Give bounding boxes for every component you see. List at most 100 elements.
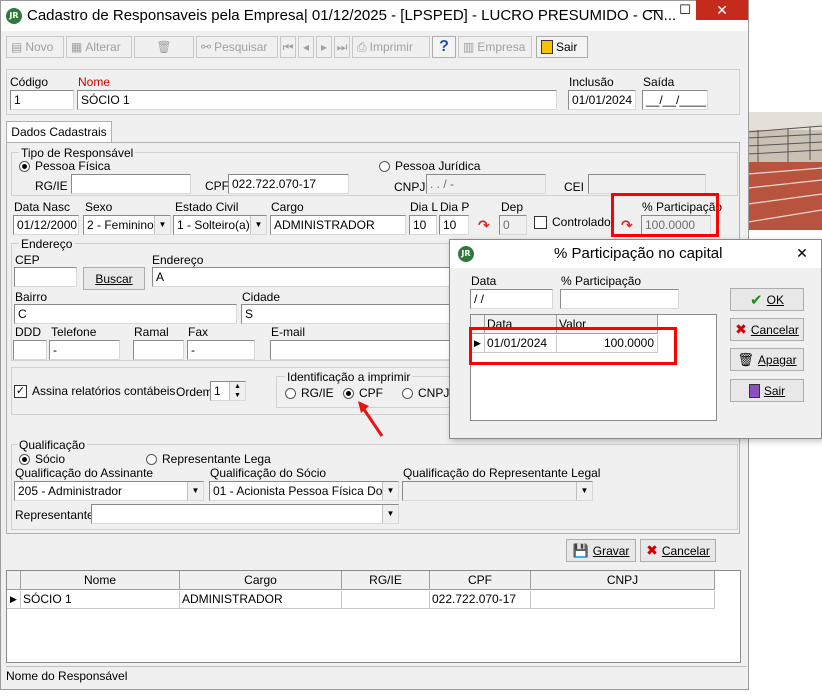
table-row-nome[interactable]: SÓCIO 1: [21, 591, 180, 609]
dia-l-input[interactable]: 10: [409, 215, 437, 235]
endereco-input[interactable]: A: [152, 267, 452, 287]
ddd-label: DDD: [15, 325, 41, 339]
table-row-cpf[interactable]: 022.722.070-17: [430, 591, 531, 609]
chevron-down-icon: ▼: [250, 216, 266, 234]
help-icon: ?: [439, 38, 449, 55]
saida-input[interactable]: __/__/____: [642, 90, 708, 110]
dialog-apagar-label: Apagar: [757, 352, 797, 367]
radio-unchecked: [402, 387, 413, 399]
buscar-button[interactable]: Buscar: [83, 267, 145, 290]
next-icon: ▸: [320, 40, 328, 54]
dialog-ok-button[interactable]: ✔ OK: [730, 288, 804, 311]
dialog-ok-label: OK: [766, 292, 784, 307]
rgie-label: RG/IE: [35, 179, 68, 193]
table-row-rgie[interactable]: [342, 591, 430, 609]
dep-input[interactable]: 0: [499, 215, 527, 235]
table-row-cnpj[interactable]: [531, 591, 715, 609]
pessoa-fisica-radio[interactable]: Pessoa Física: [19, 159, 110, 173]
cpf-input[interactable]: 022.722.070-17: [228, 174, 349, 194]
cidade-input[interactable]: S: [241, 304, 452, 324]
ident-rgie-label: RG/IE: [301, 386, 334, 400]
imprimir-button[interactable]: ⎙ Imprimir: [352, 36, 430, 58]
rgie-input[interactable]: [71, 174, 191, 194]
next-record-button[interactable]: ▸: [316, 36, 332, 58]
dia-p-input[interactable]: 10: [439, 215, 469, 235]
ddd-input[interactable]: [13, 340, 47, 360]
cidade-label: Cidade: [242, 290, 281, 304]
prev-icon: ◂: [302, 40, 310, 54]
qualif-rep-select[interactable]: ▼: [402, 481, 593, 501]
pessoa-juridica-radio[interactable]: Pessoa Jurídica: [379, 159, 480, 173]
estado-civil-label: Estado Civil: [175, 200, 239, 214]
qualif-assinante-label: Qualificação do Assinante: [15, 466, 154, 480]
pesquisar-button[interactable]: ⚯ Pesquisar: [196, 36, 278, 58]
assina-relatorios-checkbox[interactable]: ✓ Assina relatórios contábeis: [14, 384, 175, 398]
imprimir-label: Imprimir: [369, 40, 413, 54]
inclusao-input[interactable]: 01/01/2024: [568, 90, 636, 110]
fax-label: Fax: [188, 325, 209, 339]
cei-label: CEI: [564, 180, 585, 194]
grid-header-cnpj[interactable]: CNPJ: [531, 571, 715, 590]
sexo-select[interactable]: 2 - Feminino ▼: [83, 215, 171, 235]
data-nasc-input[interactable]: 01/12/2000: [13, 215, 79, 235]
cei-input[interactable]: [588, 174, 706, 194]
ramal-input[interactable]: [133, 340, 184, 360]
bairro-input[interactable]: C: [14, 304, 237, 324]
cnpj-input[interactable]: . . / -: [426, 174, 546, 194]
spinner-arrows-icon[interactable]: ▲ ▼: [229, 382, 245, 400]
responsaveis-grid: Nome Cargo RG/IE CPF CNPJ ▶ SÓCIO 1 ADMI…: [6, 570, 741, 663]
ordem-label: Ordem: [176, 385, 213, 399]
estado-civil-select[interactable]: 1 - Solteiro(a) ▼: [173, 215, 267, 235]
ident-rgie-radio[interactable]: RG/IE: [285, 386, 334, 400]
alterar-button[interactable]: ▦ Alterar: [66, 36, 132, 58]
cancel-x-icon: ✖: [735, 321, 747, 337]
telefone-input[interactable]: -: [49, 340, 120, 360]
gravar-button[interactable]: 💾 Gravar: [566, 539, 636, 562]
help-button[interactable]: ?: [432, 36, 456, 58]
representante-select[interactable]: ▼: [91, 504, 399, 524]
cancelar-button[interactable]: ✖ Cancelar: [640, 539, 716, 562]
representante-legal-radio[interactable]: Representante Lega: [146, 452, 271, 466]
dialog-data-input[interactable]: / /: [470, 289, 553, 309]
codigo-label: Código: [10, 75, 49, 89]
buscar-label: Buscar: [95, 271, 133, 286]
grid-header-cargo[interactable]: Cargo: [180, 571, 342, 590]
ordem-spinner[interactable]: 1 ▲ ▼: [210, 381, 246, 401]
sair-button[interactable]: Sair: [536, 36, 588, 58]
novo-button[interactable]: ▤ Novo: [6, 36, 64, 58]
controlado-checkbox[interactable]: Controlado: [534, 215, 611, 229]
grid-header-cpf[interactable]: CPF: [430, 571, 531, 590]
checkbox-checked-icon: ✓: [14, 384, 27, 398]
dialog-cancelar-button[interactable]: ✖ Cancelar: [730, 318, 804, 341]
last-record-button[interactable]: ⏭: [334, 36, 350, 58]
cep-input[interactable]: [14, 267, 77, 287]
tab-dados-cadastrais[interactable]: Dados Cadastrais: [6, 121, 112, 143]
company-icon: ▥: [463, 40, 475, 54]
dialog-sair-button[interactable]: Sair: [730, 379, 804, 402]
minimize-icon[interactable]: —: [640, 0, 670, 20]
grid-header-nome[interactable]: Nome: [21, 571, 180, 590]
nome-input[interactable]: SÓCIO 1: [77, 90, 557, 110]
dialog-participacao-input[interactable]: [560, 289, 679, 309]
first-record-button[interactable]: ⏮: [280, 36, 296, 58]
email-input[interactable]: [270, 340, 452, 360]
dialog-apagar-button[interactable]: 🗑 Apagar: [730, 348, 804, 371]
chevron-down-icon: ▼: [576, 482, 592, 500]
ident-cnpj-radio[interactable]: CNPJ: [402, 386, 449, 400]
socio-radio[interactable]: Sócio: [19, 452, 65, 466]
codigo-input[interactable]: 1: [10, 90, 74, 110]
close-icon[interactable]: ✕: [696, 0, 748, 20]
cargo-input[interactable]: ADMINISTRADOR: [270, 215, 406, 235]
qualif-assinante-select[interactable]: 205 - Administrador ▼: [14, 481, 204, 501]
exit-door-icon: [748, 383, 760, 398]
grid-header-rgie[interactable]: RG/IE: [342, 571, 430, 590]
delete-button[interactable]: 🗑: [134, 36, 194, 58]
dialog-close-icon[interactable]: ✕: [787, 243, 817, 263]
prev-record-button[interactable]: ◂: [298, 36, 314, 58]
refresh-arrow-icon[interactable]: ↷: [478, 217, 490, 234]
fax-input[interactable]: -: [187, 340, 255, 360]
table-row-cargo[interactable]: ADMINISTRADOR: [180, 591, 342, 609]
qualif-socio-select[interactable]: 01 - Acionista Pessoa Física Dom ▼: [209, 481, 399, 501]
empresa-button[interactable]: ▥ Empresa: [458, 36, 532, 58]
cpf-label: CPF: [205, 179, 229, 193]
